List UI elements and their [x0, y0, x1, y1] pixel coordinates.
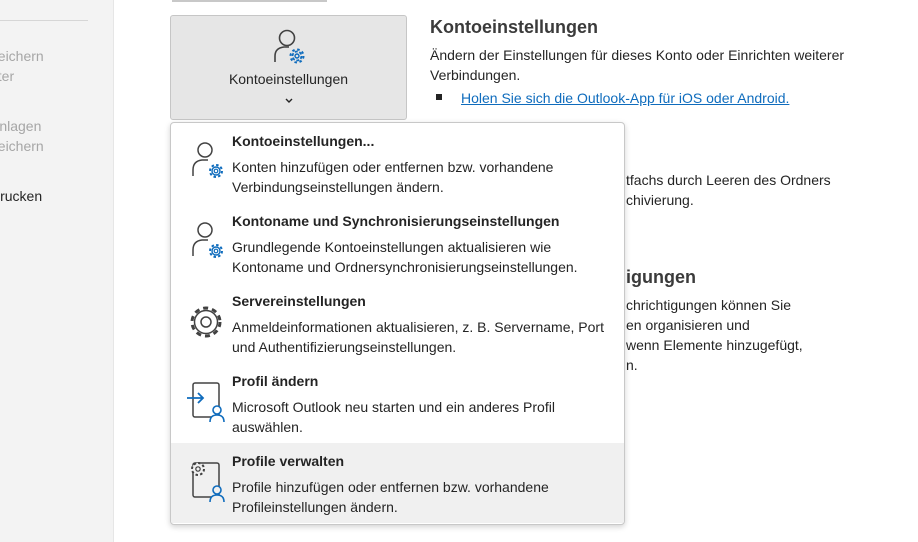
menu-item-change-profile[interactable]: Profil ändern Microsoft Outlook neu star… — [171, 363, 624, 443]
account-settings-menu: Kontoeinstellungen... Konten hinzufügen … — [170, 122, 625, 525]
menu-item-title: Profile verwalten — [232, 453, 345, 469]
switch-profile-icon — [185, 380, 229, 424]
sidebar-item-save-2[interactable]: nter — [0, 66, 14, 86]
menu-item-title: Kontoeinstellungen... — [232, 133, 375, 149]
bullet-icon — [436, 94, 442, 100]
menu-item-description: Profile hinzufügen oder entfernen bzw. v… — [232, 479, 549, 515]
person-gear-icon — [185, 220, 229, 264]
rules-alerts-text-2: en organisieren und — [626, 317, 750, 333]
manage-profiles-icon — [185, 460, 229, 504]
rules-alerts-text-1: chrichtigungen können Sie — [626, 297, 792, 313]
menu-item-title: Servereinstellungen — [232, 293, 366, 309]
menu-item-description: Anmeldeinformationen aktualisieren, z. B… — [232, 319, 604, 355]
rules-alerts-text-3: wenn Elemente hinzugefügt, — [626, 337, 803, 353]
mailbox-cleanup-text-1: tfachs durch Leeren des Ordners — [626, 172, 831, 188]
outlook-app-link[interactable]: Holen Sie sich die Outlook-App für iOS o… — [461, 88, 789, 108]
sidebar-item-attachments-2[interactable]: peichern — [0, 136, 44, 156]
person-gear-icon — [185, 140, 229, 184]
chevron-down-icon — [171, 92, 406, 110]
rules-alerts-heading: igungen — [626, 267, 696, 287]
menu-item-account-settings[interactable]: Kontoeinstellungen... Konten hinzufügen … — [171, 123, 624, 203]
mailbox-cleanup-text-2: chivierung. — [626, 192, 694, 208]
menu-item-account-name-sync[interactable]: Kontoname und Synchronisierungseinstellu… — [171, 203, 624, 283]
account-settings-heading: Kontoeinstellungen — [430, 17, 598, 37]
menu-item-server-settings[interactable]: Servereinstellungen Anmeldeinformationen… — [171, 283, 624, 363]
menu-item-description: Microsoft Outlook neu starten und ein an… — [232, 399, 555, 435]
menu-item-description: Konten hinzufügen oder entfernen bzw. vo… — [232, 159, 554, 195]
gear-icon — [185, 300, 229, 344]
sidebar-separator — [0, 20, 88, 21]
person-gear-icon — [271, 28, 309, 68]
account-settings-button[interactable]: Kontoeinstellungen — [170, 15, 407, 120]
top-divider — [172, 0, 327, 2]
menu-item-title: Kontoname und Synchronisierungseinstellu… — [232, 213, 560, 229]
sidebar-item-print[interactable]: Drucken — [0, 186, 42, 206]
account-settings-description: Ändern der Einstellungen für dieses Kont… — [430, 47, 845, 83]
sidebar-item-attachments-1[interactable]: Anlagen — [0, 116, 41, 136]
sidebar-item-save-1[interactable]: peichern — [0, 46, 44, 66]
rules-alerts-text-4: n. — [626, 357, 638, 373]
menu-item-title: Profil ändern — [232, 373, 319, 389]
backstage-sidebar: peichern nter Anlagen peichern Drucken — [0, 0, 114, 542]
menu-item-manage-profiles[interactable]: Profile verwalten Profile hinzufügen ode… — [171, 443, 624, 523]
account-settings-button-label: Kontoeinstellungen — [228, 71, 349, 87]
menu-item-description: Grundlegende Kontoeinstellungen aktualis… — [232, 239, 578, 275]
